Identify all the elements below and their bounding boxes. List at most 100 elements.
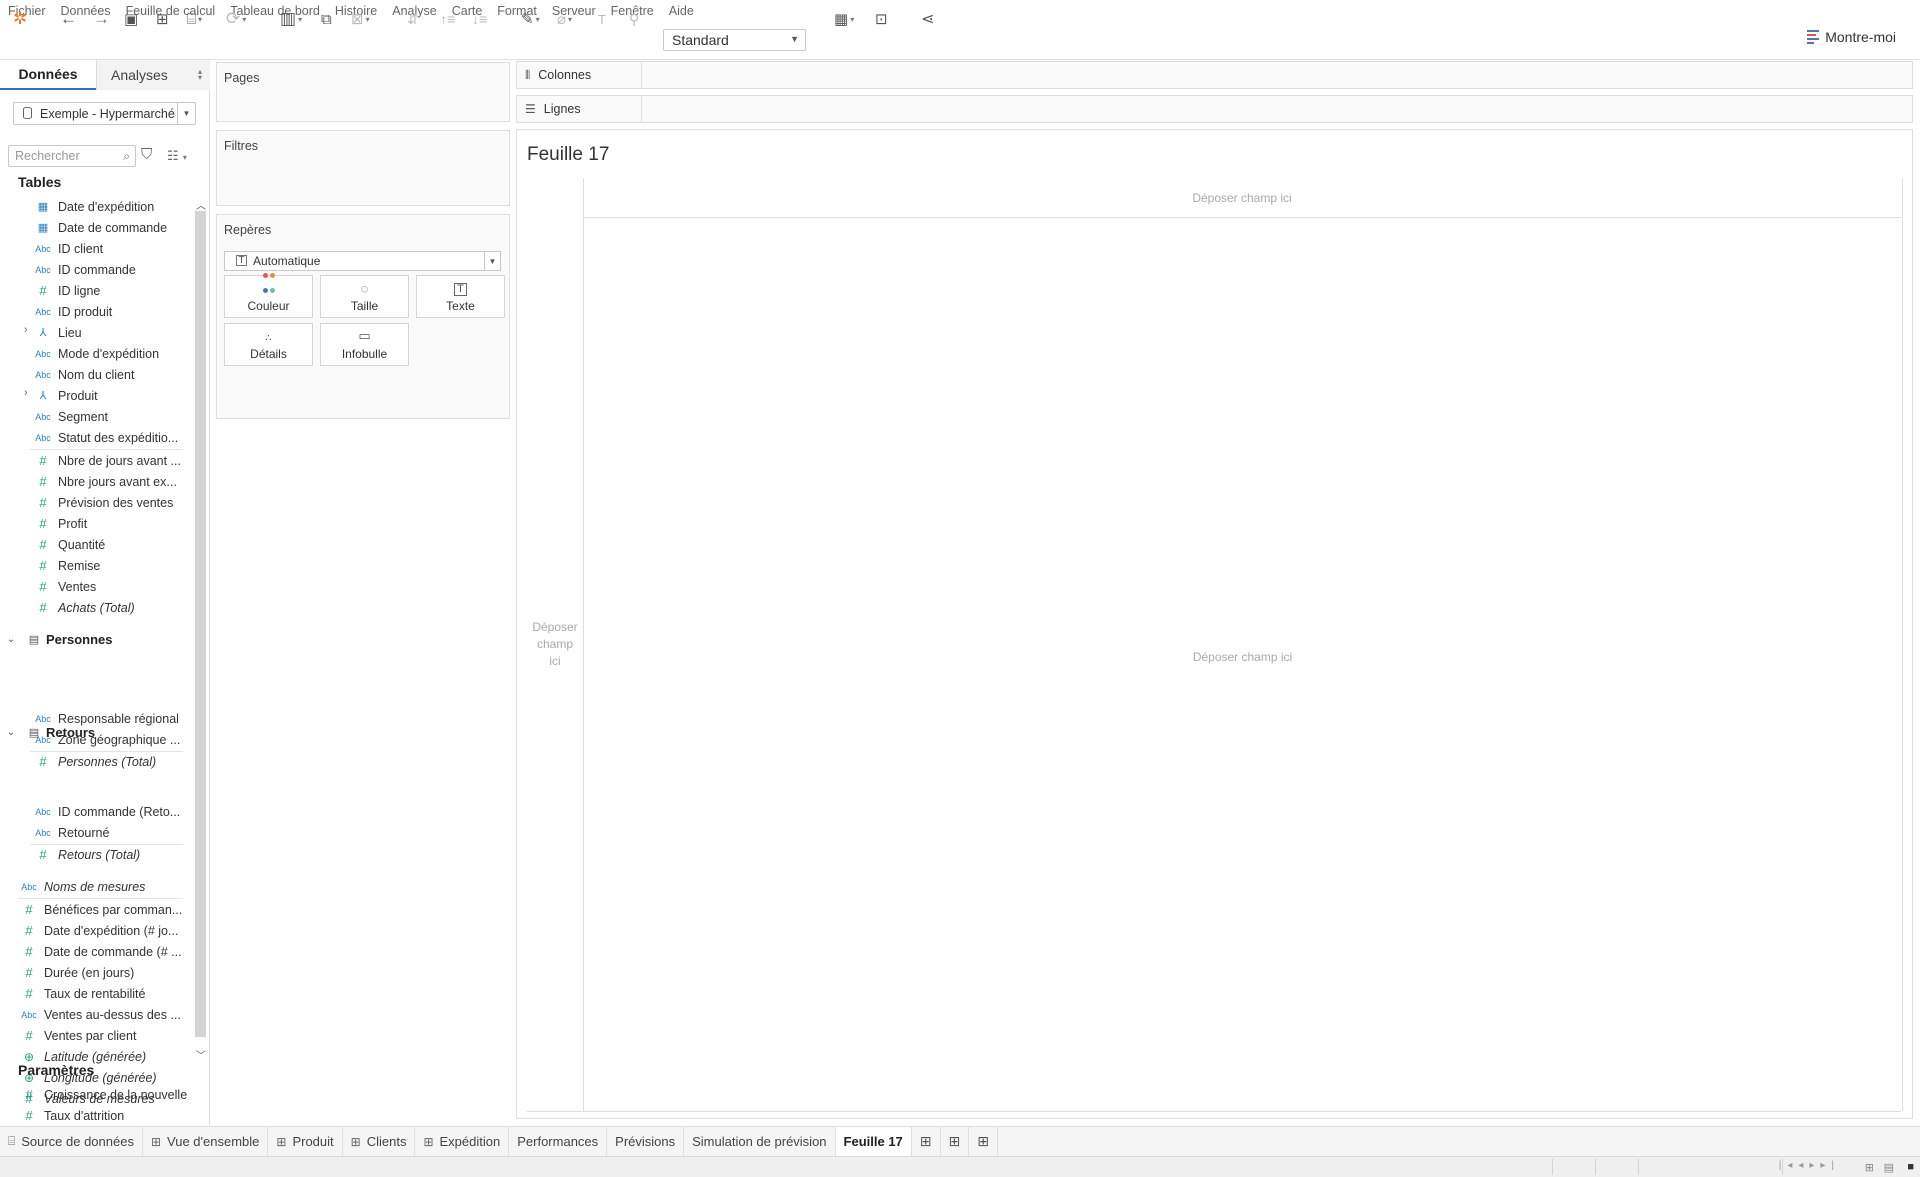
tab-dashboard-overview[interactable]: ⊞ Vue d'ensemble xyxy=(143,1127,269,1156)
group-personnes[interactable]: ⌄ ▤ Personnes xyxy=(0,628,113,650)
columns-drop-zone[interactable]: Déposer champ ici xyxy=(583,178,1901,218)
field-item[interactable]: # Remise xyxy=(28,555,190,576)
field-item[interactable]: Abc Statut des expéditio... xyxy=(28,427,190,448)
columns-shelf[interactable]: ⦀ Colonnes xyxy=(516,61,1913,89)
rows-shelf[interactable]: ☰ Lignes xyxy=(516,95,1913,123)
field-item[interactable]: Abc Ventes au-dessus des ... xyxy=(14,1004,190,1025)
field-item[interactable]: # Date d'expédition (# jo... xyxy=(14,920,190,941)
tab-data[interactable]: Données xyxy=(0,60,96,90)
field-item[interactable]: # Nbre de jours avant ... xyxy=(28,450,190,471)
sheet-sorter-icon[interactable]: ⊞ xyxy=(1865,1161,1874,1174)
tab-story-performance[interactable]: Performances xyxy=(509,1127,608,1156)
field-item[interactable]: # Date de commande (# ... xyxy=(14,941,190,962)
filmstrip-icon[interactable]: ▤ xyxy=(1884,1161,1894,1174)
tabs-view-icon[interactable]: ■ xyxy=(1907,1161,1914,1173)
clear-sheet-icon[interactable]: ⊠ ▾ xyxy=(351,5,370,33)
presentation-mode-icon[interactable]: ⊡ xyxy=(875,5,888,33)
main-drop-zone[interactable]: Déposer champ ici xyxy=(584,650,1901,664)
field-item[interactable]: # Personnes (Total) xyxy=(28,751,190,772)
pages-card[interactable]: Pages xyxy=(216,62,510,122)
scroll-up-icon[interactable]: ︿ xyxy=(196,197,206,212)
color-button[interactable]: Couleur xyxy=(224,273,313,318)
field-item[interactable]: # Durée (en jours) xyxy=(14,962,190,983)
field-item[interactable]: ▦ Date d'expédition xyxy=(28,196,190,217)
undo-icon[interactable]: ← xyxy=(60,5,77,33)
highlight-icon[interactable]: ✎ ▾ xyxy=(521,5,540,33)
tooltip-button[interactable]: ▭ Infobulle xyxy=(320,323,409,366)
share-icon[interactable]: ⋖ xyxy=(921,5,934,33)
sheet-title[interactable]: Feuille 17 xyxy=(527,144,609,166)
pause-updates-icon[interactable]: ⌸ ▾ xyxy=(187,5,202,33)
field-item[interactable]: # Croissance de la nouvelle ... xyxy=(14,1084,190,1105)
group-icon[interactable]: ⌀ ▾ xyxy=(557,5,572,33)
size-button[interactable]: ◌ Taille xyxy=(320,275,409,318)
new-story-icon[interactable]: ⊞ xyxy=(969,1127,998,1156)
save-icon[interactable]: ▣ xyxy=(124,5,138,33)
chevron-right-icon[interactable]: › xyxy=(24,324,28,336)
view-options-icon[interactable]: ☷ ▾ xyxy=(167,148,187,164)
field-item[interactable]: # Taux d'attrition xyxy=(14,1105,190,1126)
field-item[interactable]: # Profit xyxy=(28,513,190,534)
field-item[interactable]: Abc Mode d'expédition xyxy=(28,343,190,364)
new-dashboard-icon[interactable]: ⊞ xyxy=(941,1127,970,1156)
swap-icon[interactable]: ⇵ xyxy=(407,5,419,33)
field-item[interactable]: Abc Segment xyxy=(28,406,190,427)
fix-axes-icon[interactable]: ⚲ xyxy=(629,5,639,33)
labels-icon[interactable]: T xyxy=(598,5,606,33)
menu-aide[interactable]: Aide xyxy=(669,4,694,18)
detail-button[interactable]: ∴ Détails xyxy=(224,323,313,366)
tab-datasource[interactable]: ⌸ Source de données xyxy=(0,1127,143,1156)
field-item[interactable]: # Ventes par client xyxy=(14,1025,190,1046)
datasource-select[interactable]: Exemple - Hypermarché ▼ xyxy=(13,102,196,125)
group-retours[interactable]: ⌄ ▤ Retours xyxy=(0,721,95,743)
field-item[interactable]: # Ventes xyxy=(28,576,190,597)
refresh-icon[interactable]: ⟳ ▾ xyxy=(226,5,246,33)
field-item[interactable]: Abc ID commande xyxy=(28,259,190,280)
tab-story-forecast[interactable]: Prévisions xyxy=(607,1127,685,1156)
field-item[interactable]: Abc Retourné xyxy=(28,822,190,843)
new-datasource-icon[interactable]: ⊞ xyxy=(156,5,169,33)
field-item[interactable]: # Retours (Total) xyxy=(28,844,190,865)
tab-story-what-if[interactable]: Simulation de prévision xyxy=(684,1127,836,1156)
field-item[interactable]: # Achats (Total) xyxy=(28,597,190,618)
filter-icon[interactable]: ⛉ xyxy=(141,146,152,163)
field-item[interactable]: # Prévision des ventes xyxy=(28,492,190,513)
field-item[interactable]: ⅄ Produit xyxy=(28,385,190,406)
sort-descending-icon[interactable]: ↓≡ xyxy=(472,5,487,33)
chevron-right-icon[interactable]: › xyxy=(24,387,28,399)
show-cards-icon[interactable]: ▦ ▾ xyxy=(834,5,854,33)
field-item[interactable]: # Quantité xyxy=(28,534,190,555)
tab-dashboard-shipping[interactable]: ⊞ Expédition xyxy=(415,1127,510,1156)
duplicate-sheet-icon[interactable]: ⧉ xyxy=(321,5,332,33)
scrollbar-thumb[interactable] xyxy=(195,211,206,1037)
field-item[interactable]: Abc Noms de mesures xyxy=(14,876,190,897)
text-button[interactable]: T Texte xyxy=(416,275,505,318)
field-item[interactable]: # Nbre jours avant ex... xyxy=(28,471,190,492)
search-input[interactable]: Rechercher ⌕ xyxy=(8,145,136,167)
new-worksheet-icon[interactable]: ⊞ xyxy=(912,1127,941,1156)
field-item[interactable]: Abc ID commande (Reto... xyxy=(28,801,190,822)
field-item[interactable]: Abc Nom du client xyxy=(28,364,190,385)
field-item[interactable]: # Bénéfices par comman... xyxy=(14,899,190,920)
field-item[interactable]: # ID ligne xyxy=(28,280,190,301)
field-item[interactable]: ⅄ Lieu xyxy=(28,322,190,343)
tab-active-sheet[interactable]: Feuille 17 xyxy=(835,1127,912,1156)
sort-ascending-icon[interactable]: ↑≡ xyxy=(440,5,455,33)
filters-card[interactable]: Filtres xyxy=(216,130,510,206)
rows-drop-zone[interactable]: Déposer champ ici xyxy=(527,178,584,1111)
field-item[interactable]: Abc ID produit xyxy=(28,301,190,322)
sheet-nav-icons[interactable]: |◂◂▸▸| xyxy=(1779,1160,1840,1171)
redo-icon[interactable]: → xyxy=(93,5,110,33)
tab-analytics[interactable]: Analyses ▴ ▾ xyxy=(96,60,210,90)
tab-dashboard-customers[interactable]: ⊞ Clients xyxy=(343,1127,416,1156)
fit-select[interactable]: Standard ▼ xyxy=(663,29,806,51)
field-list-scrollbar[interactable]: ︿ ﹀ xyxy=(193,197,208,1062)
scroll-down-icon[interactable]: ﹀ xyxy=(196,1047,206,1062)
new-sheet-icon[interactable]: ▥ ▾ xyxy=(280,5,302,33)
show-me-button[interactable]: Montre-moi xyxy=(1807,29,1896,45)
field-item[interactable]: # Taux de rentabilité xyxy=(14,983,190,1004)
tab-dashboard-product[interactable]: ⊞ Produit xyxy=(268,1127,343,1156)
field-item[interactable]: Abc ID client xyxy=(28,238,190,259)
field-item[interactable]: ▦ Date de commande xyxy=(28,217,190,238)
tableau-logo-icon[interactable]: ✲ xyxy=(13,5,27,33)
